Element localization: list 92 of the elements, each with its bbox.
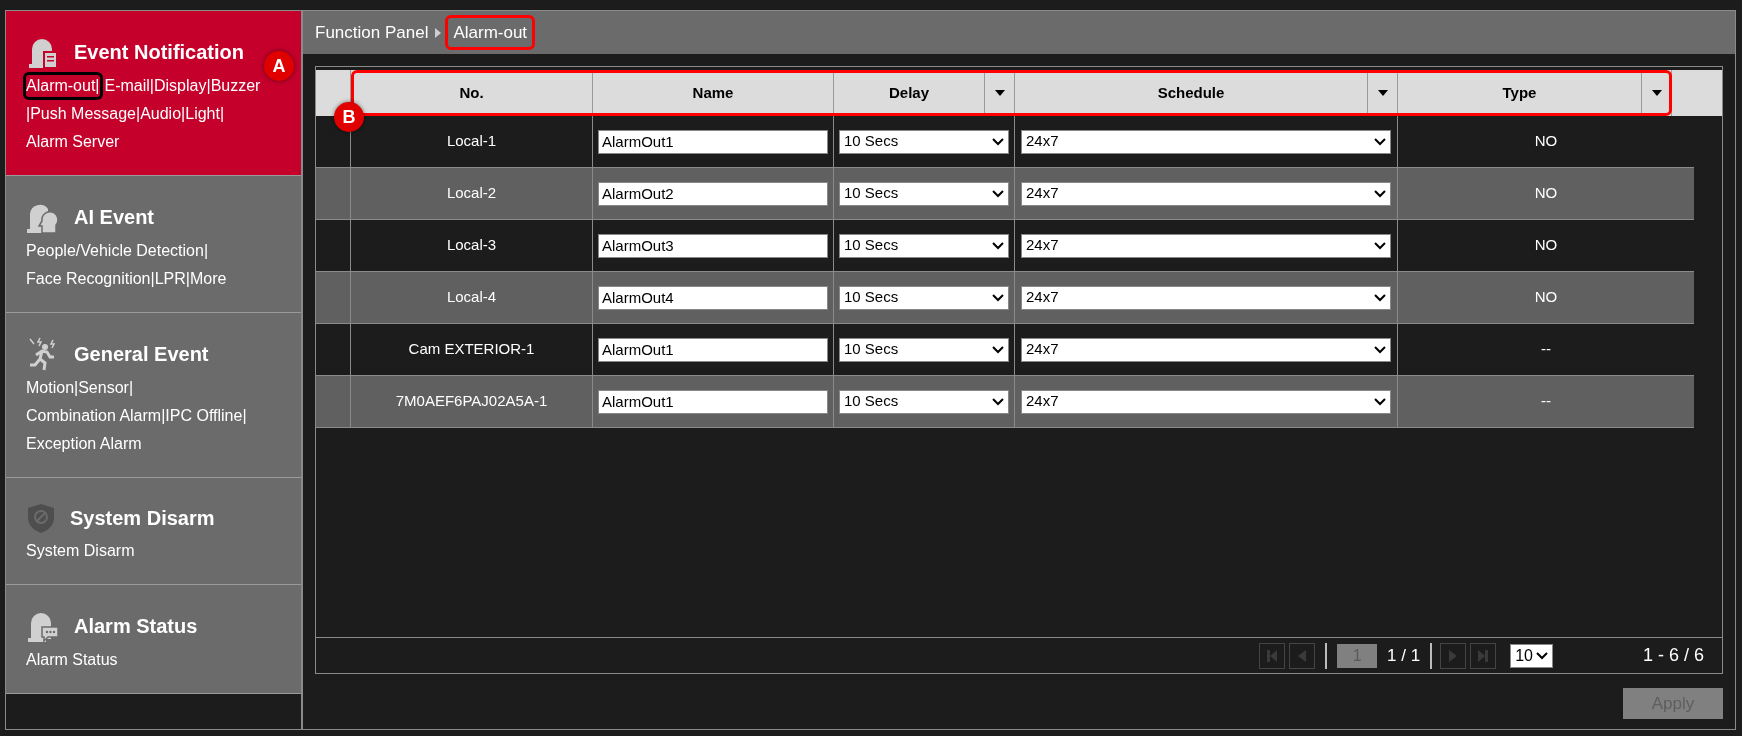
schedule-select[interactable]: 24x7 xyxy=(1021,337,1391,362)
skip-back-icon xyxy=(1266,648,1279,663)
table-cell-text: NO xyxy=(1534,131,1558,152)
column-header[interactable]: Type xyxy=(1398,70,1641,116)
skip-forward-icon xyxy=(1477,648,1490,663)
shield-icon xyxy=(26,502,56,534)
caret-icon xyxy=(992,345,1004,354)
breadcrumb-item[interactable]: Alarm-out xyxy=(448,17,533,48)
alarm-link[interactable]: Face Recognition|LPR|More xyxy=(26,268,227,290)
name-field[interactable]: AlarmOut1 xyxy=(598,129,828,154)
table-cell-text: Cam EXTERIOR-1 xyxy=(408,339,535,360)
alarm-link[interactable]: Alarm-out| xyxy=(26,75,100,97)
column-header[interactable]: Delay xyxy=(834,70,984,116)
caret-icon xyxy=(1374,241,1386,250)
table-cell-text: Local-1 xyxy=(446,131,497,152)
caret-icon xyxy=(1374,397,1386,406)
table-cell-text: -- xyxy=(1541,391,1551,412)
table-cell-text: -- xyxy=(1541,339,1551,360)
schedule-select[interactable]: 24x7 xyxy=(1021,233,1391,258)
table-row[interactable]: Local-3 AlarmOut3 10 Secs 24x7 NO xyxy=(316,220,1694,272)
last-page-button[interactable] xyxy=(1470,642,1497,669)
delay-select[interactable]: 10 Secs xyxy=(839,233,1009,258)
caret-icon xyxy=(1374,137,1386,146)
name-field[interactable]: AlarmOut3 xyxy=(598,233,828,258)
alarm-link[interactable]: Exception Alarm xyxy=(26,433,142,455)
sidebar-section[interactable]: System Disarm System Disarm xyxy=(6,478,301,585)
name-field[interactable]: AlarmOut1 xyxy=(598,337,828,362)
caret-icon xyxy=(1374,293,1386,302)
delay-select[interactable]: 10 Secs xyxy=(839,389,1009,414)
callout-badge: A xyxy=(264,51,294,81)
table-row[interactable]: 7M0AEF6PAJ02A5A-1 AlarmOut1 10 Secs 24x7 -- xyxy=(316,376,1694,428)
table-cell-text: NO xyxy=(1534,183,1558,204)
table-cell-text: Local-3 xyxy=(446,235,497,256)
sidebar-section[interactable]: General Event Motion|Sensor| Combination Alarm|IPC Offline| Exception Alarm xyxy=(6,313,301,478)
alarm-link[interactable]: |Push Message|Audio|Light| xyxy=(26,103,225,125)
caret-icon xyxy=(992,397,1004,406)
delay-select[interactable]: 10 Secs xyxy=(839,129,1009,154)
name-field[interactable]: AlarmOut4 xyxy=(598,285,828,310)
delay-select[interactable]: 10 Secs xyxy=(839,181,1009,206)
section-title: Event Notification xyxy=(74,40,244,65)
alarm-link[interactable]: Alarm Status xyxy=(26,649,118,671)
section-title: General Event xyxy=(74,342,209,367)
table-cell-text: NO xyxy=(1534,287,1558,308)
alarm-link[interactable]: System Disarm xyxy=(26,540,135,562)
section-title: AI Event xyxy=(74,205,155,230)
alarm-link[interactable]: Alarm Server xyxy=(26,131,120,153)
page-size-select[interactable]: 10 xyxy=(1510,643,1553,668)
caret-icon xyxy=(992,293,1004,302)
dropdown-arrow-icon xyxy=(1377,90,1388,96)
caret-icon xyxy=(1374,189,1386,198)
record-range: 1 - 6 / 6 xyxy=(1642,644,1704,667)
alarm-link[interactable]: E-mail|Display|Buzzer xyxy=(104,75,261,97)
caret-icon xyxy=(992,189,1004,198)
table-row[interactable]: Cam EXTERIOR-1 AlarmOut1 10 Secs 24x7 -- xyxy=(316,324,1694,376)
column-header[interactable]: Name xyxy=(593,70,833,116)
sidebar-section[interactable]: Event Notification Alarm-out| E-mail|Display|Buzzer |Push Message|Audio|Light| Alarm Server A xyxy=(6,11,301,176)
callout-badge: B xyxy=(334,102,364,132)
table-row[interactable]: Local-4 AlarmOut4 10 Secs 24x7 NO xyxy=(316,272,1694,324)
schedule-select[interactable]: 24x7 xyxy=(1021,389,1391,414)
table-cell-text: Local-4 xyxy=(446,287,497,308)
alarm-link[interactable]: People/Vehicle Detection| xyxy=(26,240,209,262)
schedule-select[interactable]: 24x7 xyxy=(1021,285,1391,310)
delay-select[interactable]: 10 Secs xyxy=(839,337,1009,362)
sidebar-section[interactable]: Alarm Status Alarm Status xyxy=(6,585,301,694)
dropdown-arrow-icon xyxy=(1651,90,1662,96)
table-cell-text: 7M0AEF6PAJ02A5A-1 xyxy=(395,391,548,412)
caret-icon xyxy=(992,137,1004,146)
caret-icon xyxy=(1374,345,1386,354)
schedule-select[interactable]: 24x7 xyxy=(1021,129,1391,154)
section-title: Alarm Status xyxy=(74,614,198,639)
delay-select[interactable]: 10 Secs xyxy=(839,285,1009,310)
dropdown-arrow-icon xyxy=(994,90,1005,96)
section-title: System Disarm xyxy=(70,506,215,531)
caret-icon xyxy=(1535,651,1548,660)
alarm-link[interactable]: Combination Alarm|IPC Offline| xyxy=(26,405,247,427)
name-field[interactable]: AlarmOut2 xyxy=(598,181,828,206)
alarm-link[interactable]: Motion|Sensor| xyxy=(26,377,134,399)
next-page-button[interactable] xyxy=(1440,642,1467,669)
breadcrumb-item[interactable]: Function Panel xyxy=(315,19,429,46)
table-cell-text: Local-2 xyxy=(446,183,497,204)
table-cell-text: NO xyxy=(1534,235,1558,256)
column-header[interactable]: Schedule xyxy=(1015,70,1367,116)
chevron-right-icon xyxy=(434,27,443,38)
previous-page-button[interactable] xyxy=(1289,642,1316,669)
page-count: 1 / 1 xyxy=(1387,644,1421,667)
caret-icon xyxy=(992,241,1004,250)
schedule-select[interactable]: 24x7 xyxy=(1021,181,1391,206)
sidebar-section[interactable]: AI Event People/Vehicle Detection| Face Recognition|LPR|More xyxy=(6,176,301,313)
table-row[interactable]: Local-2 AlarmOut2 10 Secs 24x7 NO xyxy=(316,168,1694,220)
first-page-button[interactable] xyxy=(1259,642,1286,669)
name-field[interactable]: AlarmOut1 xyxy=(598,389,828,414)
triangle-left-icon xyxy=(1296,648,1309,663)
